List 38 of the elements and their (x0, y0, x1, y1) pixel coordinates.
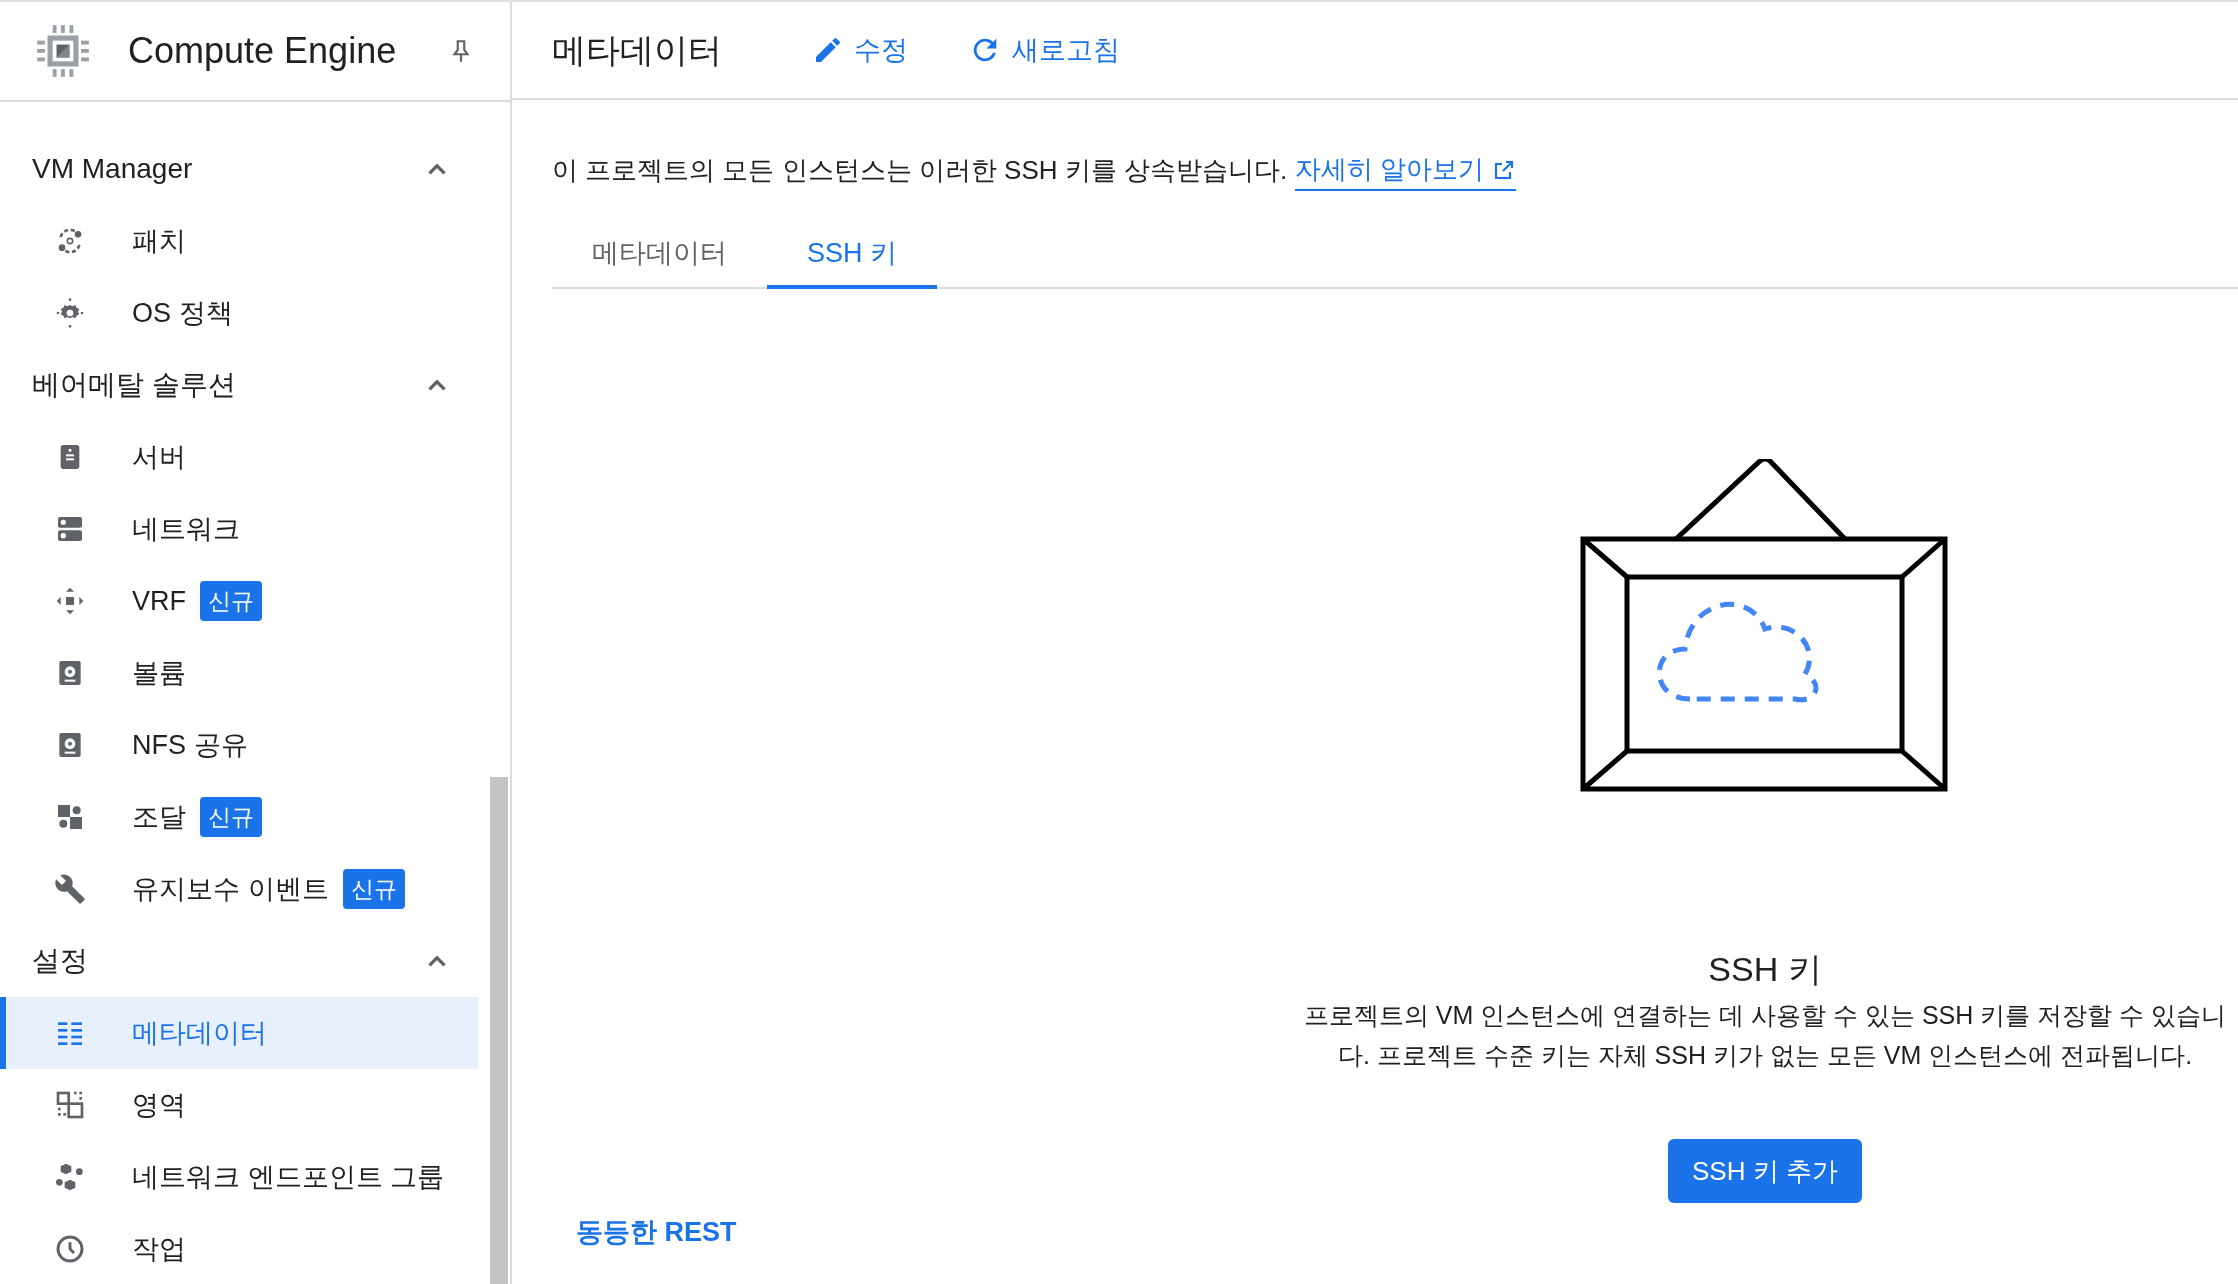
nav-item[interactable]: 네트워크 엔드포인트 그룹 (0, 1141, 478, 1213)
empty-state-title: SSH 키 (1708, 949, 1822, 990)
empty-state-description: 프로젝트의 VM 인스턴스에 연결하는 데 사용할 수 있는 SSH 키를 저장할 수 있습니다. 프로젝트 수준 키는 자체 SSH 키가 없는 모든 VM 인스턴스에 전파됩니다. (1302, 1000, 2228, 1071)
nav-item[interactable]: 메타데이터 (0, 997, 478, 1069)
nav-item[interactable]: OS 정책 (0, 277, 478, 349)
toolbar-button[interactable]: 수정 (812, 29, 908, 71)
arrows-icon (54, 585, 86, 617)
new-badge: 신규 (200, 796, 262, 838)
section-heading: 설정 (32, 944, 88, 978)
wrench-icon (54, 873, 86, 905)
toolbar-button[interactable]: 새로고침 (968, 29, 1120, 71)
new-badge: 신규 (342, 868, 405, 910)
nav-item[interactable]: 작업 (0, 1213, 478, 1284)
nav-item[interactable]: 패치 (0, 205, 478, 277)
nav-item[interactable]: 영역 (0, 1069, 478, 1141)
nav-item[interactable]: 볼륨 (0, 637, 478, 709)
add-ssh-key-button[interactable]: SSH 키 추가 (1668, 1139, 1862, 1203)
product-title: Compute Engine (128, 29, 397, 73)
tab[interactable]: SSH 키 (767, 221, 938, 289)
gear-icon (54, 297, 86, 329)
section-heading: 베어메탈 솔루션 (32, 368, 236, 402)
info-text: 이 프로젝트의 모든 인스턴스는 이러한 SSH 키를 상속받습니다. (552, 154, 1288, 187)
section-heading: VM Manager (32, 152, 193, 186)
nav-item[interactable]: 유지보수 이벤트 신규 (0, 853, 478, 925)
nav-item[interactable]: 조달 신규 (0, 781, 478, 853)
new-badge: 신규 (200, 580, 262, 622)
rest-link[interactable]: 동등한 REST (576, 1212, 737, 1253)
clock-icon (54, 1233, 86, 1265)
grid-icon (54, 1089, 86, 1121)
nav-item[interactable]: 네트워크 (0, 493, 478, 565)
nav-item[interactable]: VRF 신규 (0, 565, 478, 637)
tab[interactable]: 메타데이터 (552, 221, 767, 289)
hexagons-icon (54, 1161, 86, 1193)
scrollbar[interactable] (490, 777, 508, 1284)
nav-item[interactable]: NFS 공유 (0, 709, 478, 781)
learn-more-link[interactable]: 자세히 알아보기 (1295, 150, 1517, 191)
nav-item[interactable]: 서버 (0, 421, 478, 493)
page-title: 메타데이터 (552, 29, 722, 71)
